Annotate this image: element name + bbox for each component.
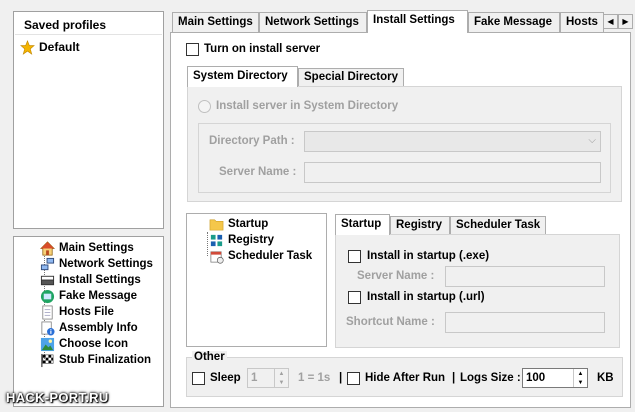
home-icon (40, 240, 55, 255)
tab-registry[interactable]: Registry (390, 216, 450, 235)
chevron-right-icon: ▶ (622, 17, 629, 26)
separator-2: | (452, 372, 456, 384)
sleep-ratio-label: 1 = 1s (298, 372, 331, 384)
scheduler-icon (210, 250, 224, 264)
logs-size-label: Logs Size : (460, 372, 521, 384)
method-tree-label: Scheduler Task (228, 250, 313, 262)
choose-icon-icon (40, 337, 55, 351)
nav-item-stub-finalization[interactable]: Stub Finalization (40, 352, 151, 368)
nav-item-label: Stub Finalization (59, 354, 151, 366)
separator-1: | (339, 372, 343, 384)
tab-startup[interactable]: Startup (335, 214, 390, 235)
sleep-value: 1 (251, 372, 258, 384)
sleep-label: Sleep (210, 372, 241, 384)
nav-item-label: Assembly Info (59, 322, 138, 334)
install-startup-url-label: Install in startup (.url) (367, 291, 485, 303)
navigation-tree: Main Settings Network Settings Install S… (13, 236, 164, 407)
registry-icon (210, 234, 223, 246)
profile-item-default[interactable]: Default (20, 38, 80, 56)
tab-system-directory[interactable]: System Directory (187, 66, 298, 87)
chevron-down-icon: ⌵ (588, 135, 596, 146)
spin-down-icon[interactable]: ▼ (574, 378, 587, 387)
message-icon (40, 289, 55, 303)
hosts-file-icon (42, 305, 53, 319)
shortcut-name-label: Shortcut Name : (346, 316, 435, 328)
turn-on-install-server-checkbox[interactable] (186, 43, 199, 56)
tab-network-settings[interactable]: Network Settings (259, 12, 367, 32)
watermark-text: HACK-PORT.RU (6, 390, 109, 405)
startup-server-name-input[interactable] (445, 266, 605, 287)
sleep-spinner-buttons[interactable]: ▲ ▼ (274, 369, 288, 387)
main-tabbar: Main Settings Network Settings Install S… (170, 10, 635, 33)
method-tree-label: Registry (228, 234, 275, 246)
other-group-title: Other (192, 351, 227, 363)
nav-item-label: Main Settings (59, 242, 134, 254)
tree-connector (207, 232, 208, 256)
nav-item-label: Install Settings (59, 274, 141, 286)
install-icon (40, 275, 55, 285)
server-name-input[interactable] (304, 162, 601, 183)
method-tree-registry[interactable]: Registry (209, 232, 274, 248)
install-startup-exe-label: Install in startup (.exe) (367, 250, 490, 262)
tab-install-settings[interactable]: Install Settings (367, 10, 468, 33)
directory-path-label: Directory Path : (209, 135, 295, 147)
nav-item-fake-message[interactable]: Fake Message (40, 288, 137, 304)
checkered-flag-icon (41, 353, 54, 367)
folder-icon (209, 219, 224, 230)
nav-item-label: Fake Message (59, 290, 137, 302)
tab-hosts[interactable]: Hosts (560, 12, 604, 32)
logs-size-value: 100 (526, 372, 546, 384)
saved-profiles-header: Saved profiles (15, 13, 162, 35)
star-icon (20, 39, 35, 55)
nav-item-choose-icon[interactable]: Choose Icon (40, 336, 128, 352)
sleep-spinner[interactable]: 1 ▲ ▼ (247, 368, 289, 388)
tab-scroll-left-button[interactable]: ◀ (603, 14, 618, 29)
nav-item-assembly-info[interactable]: Assembly Info (40, 320, 138, 336)
spin-up-icon[interactable]: ▲ (574, 369, 587, 378)
assembly-info-icon (41, 321, 55, 336)
method-tree-label: Startup (228, 218, 269, 230)
nav-item-hosts-file[interactable]: Hosts File (40, 304, 114, 320)
logs-size-spinner[interactable]: 100 ▲ ▼ (522, 368, 588, 388)
method-tree-scheduler-task[interactable]: Scheduler Task (209, 248, 312, 264)
hide-after-run-checkbox[interactable] (347, 372, 360, 385)
hide-after-run-label: Hide After Run (365, 372, 446, 384)
logs-size-spinner-buttons[interactable]: ▲ ▼ (573, 369, 587, 387)
tab-scheduler-task[interactable]: Scheduler Task (450, 216, 546, 235)
server-name-label: Server Name : (219, 166, 297, 178)
tab-special-directory[interactable]: Special Directory (298, 68, 404, 87)
nav-item-network-settings[interactable]: Network Settings (40, 256, 153, 272)
install-startup-exe-checkbox[interactable] (348, 250, 361, 263)
tab-scroll-right-button[interactable]: ▶ (618, 14, 633, 29)
network-icon (40, 257, 55, 270)
shortcut-name-input[interactable] (445, 312, 605, 333)
startup-server-name-label: Server Name : (357, 270, 435, 282)
saved-profiles-panel: Saved profiles Default (13, 11, 164, 229)
spin-down-icon[interactable]: ▼ (275, 378, 288, 387)
tab-main-settings[interactable]: Main Settings (172, 12, 259, 32)
chevron-left-icon: ◀ (607, 17, 614, 26)
install-system-directory-radio[interactable] (198, 100, 211, 113)
tab-fake-message[interactable]: Fake Message (468, 12, 560, 32)
spin-up-icon[interactable]: ▲ (275, 369, 288, 378)
nav-item-install-settings[interactable]: Install Settings (40, 272, 141, 288)
nav-item-main-settings[interactable]: Main Settings (40, 240, 134, 256)
install-system-directory-label: Install server in System Directory (216, 100, 399, 112)
profile-item-label: Default (39, 40, 80, 54)
install-startup-url-checkbox[interactable] (348, 291, 361, 304)
sleep-checkbox[interactable] (192, 372, 205, 385)
method-tree-startup[interactable]: Startup (209, 216, 268, 232)
logs-size-unit: KB (597, 372, 614, 384)
directory-path-select[interactable]: ⌵ (304, 131, 601, 152)
nav-item-label: Choose Icon (59, 338, 129, 350)
turn-on-install-server-label: Turn on install server (204, 43, 321, 55)
nav-item-label: Network Settings (59, 258, 153, 270)
nav-item-label: Hosts File (59, 306, 114, 318)
